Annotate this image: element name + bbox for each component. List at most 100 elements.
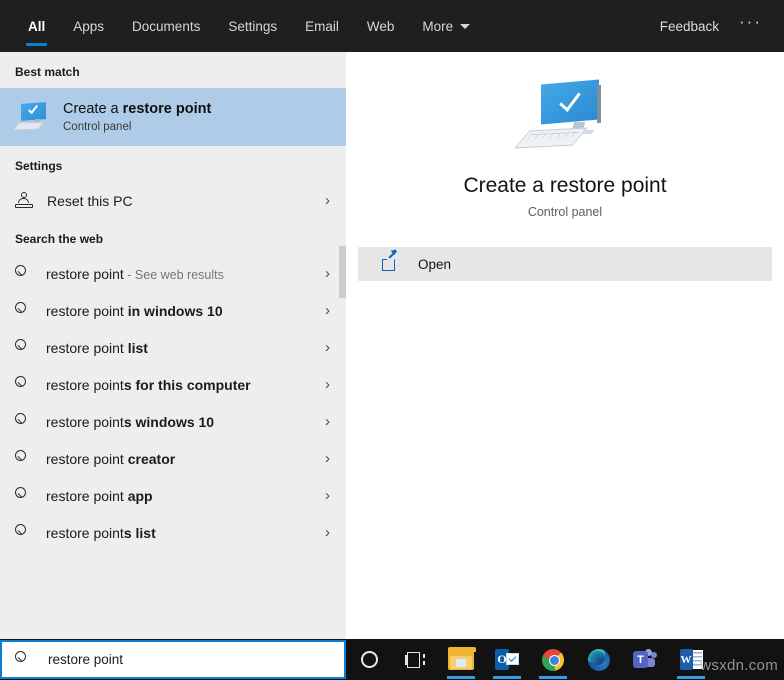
- preview-header: Create a restore point Control panel: [346, 52, 784, 219]
- preview-subtitle: Control panel: [527, 205, 603, 219]
- chevron-right-icon[interactable]: ›: [325, 265, 334, 282]
- feedback-button[interactable]: Feedback: [648, 19, 731, 34]
- web-suggestion-label: restore points windows 10: [46, 414, 214, 430]
- taskbar: restore point O T W: [0, 639, 784, 680]
- web-suggestion-row[interactable]: restore point - See web results ›: [0, 255, 346, 292]
- chevron-right-icon[interactable]: ›: [325, 524, 334, 541]
- more-options-icon[interactable]: ···: [731, 13, 770, 35]
- preview-panel: Create a restore point Control panel Ope…: [346, 52, 784, 639]
- settings-item-reset-this-pc[interactable]: Reset this PC ›: [0, 182, 346, 219]
- suggestion-normal: restore point: [46, 450, 128, 467]
- edge-icon: [588, 648, 610, 671]
- tab-more[interactable]: More: [408, 0, 484, 52]
- chevron-right-icon[interactable]: ›: [325, 376, 334, 393]
- tab-web[interactable]: Web: [353, 0, 409, 52]
- results-scrollbar[interactable]: [339, 246, 346, 298]
- tab-apps-label: Apps: [73, 18, 105, 34]
- web-suggestion-row[interactable]: restore points list ›: [0, 514, 346, 551]
- section-settings-label: Settings: [15, 159, 63, 173]
- cortana-circle-icon: [360, 651, 378, 668]
- suggestion-bold: creator: [127, 450, 176, 467]
- preview-title: Create a restore point: [463, 174, 667, 197]
- taskbar-item-task-view[interactable]: [392, 639, 438, 680]
- web-suggestion-label: restore point - See web results: [46, 266, 224, 282]
- web-suggestion-row[interactable]: restore point list ›: [0, 329, 346, 366]
- search-icon: [15, 265, 32, 282]
- section-search-web-label: Search the web: [15, 232, 104, 246]
- best-match-result[interactable]: Create a restore point Control panel: [0, 88, 346, 146]
- suggestion-normal: restore point: [46, 265, 124, 282]
- search-icon: [15, 376, 32, 393]
- best-match-texts: Create a restore point Control panel: [63, 100, 211, 135]
- reset-pc-icon: [15, 192, 33, 209]
- search-icon: [15, 524, 32, 541]
- web-suggestion-row[interactable]: restore point creator ›: [0, 440, 346, 477]
- suggestion-bold: app: [127, 487, 153, 504]
- taskbar-item-cortana[interactable]: [346, 639, 392, 680]
- best-match-title-bold: restore point: [122, 100, 212, 117]
- web-suggestion-label: restore points list: [46, 525, 156, 541]
- monitor-check-icon: [514, 79, 611, 156]
- search-filter-bar: All Apps Documents Settings Email Web Mo…: [0, 0, 784, 52]
- monitor-check-icon: [12, 102, 49, 132]
- search-query-text: restore point: [48, 652, 124, 667]
- suggestion-normal: restore point: [46, 376, 124, 393]
- topbar-actions: Feedback ···: [648, 13, 784, 35]
- open-external-icon: [381, 250, 400, 272]
- web-suggestion-row[interactable]: restore point in windows 10 ›: [0, 292, 346, 329]
- web-suggestion-label: restore point creator: [46, 451, 175, 467]
- tab-more-label: More: [422, 18, 454, 34]
- suggestion-bold: list: [127, 339, 148, 356]
- tab-documents-label: Documents: [132, 18, 201, 34]
- chevron-right-icon[interactable]: ›: [325, 302, 334, 319]
- tab-all[interactable]: All: [14, 0, 59, 52]
- open-action-button[interactable]: Open: [358, 247, 772, 281]
- search-icon: [15, 651, 32, 668]
- windows-search-window: All Apps Documents Settings Email Web Mo…: [0, 0, 784, 680]
- search-results-panel: Best match Create a restore point Contro…: [0, 52, 346, 639]
- search-icon: [15, 339, 32, 356]
- suggestion-normal: restore point: [46, 339, 128, 356]
- taskbar-item-word[interactable]: W: [668, 639, 714, 680]
- tab-email[interactable]: Email: [291, 0, 353, 52]
- web-suggestion-row[interactable]: restore points windows 10 ›: [0, 403, 346, 440]
- taskbar-search-input[interactable]: restore point: [0, 640, 346, 679]
- taskbar-item-edge[interactable]: [576, 639, 622, 680]
- open-action-label: Open: [418, 256, 452, 272]
- chevron-right-icon[interactable]: ›: [325, 413, 334, 430]
- taskbar-item-chrome[interactable]: [530, 639, 576, 680]
- suggestion-normal: restore point: [46, 302, 128, 319]
- web-suggestion-row[interactable]: restore point app ›: [0, 477, 346, 514]
- tab-settings-label: Settings: [228, 18, 278, 34]
- web-suggestion-row[interactable]: restore points for this computer ›: [0, 366, 346, 403]
- search-icon: [15, 413, 32, 430]
- suggestion-normal: restore point: [46, 524, 124, 541]
- tab-documents[interactable]: Documents: [118, 0, 214, 52]
- search-icon: [15, 487, 32, 504]
- web-suggestion-label: restore point app: [46, 488, 153, 504]
- tab-web-label: Web: [366, 18, 395, 34]
- chrome-icon: [542, 648, 564, 671]
- chevron-right-icon[interactable]: ›: [325, 339, 334, 356]
- best-match-title-prefix: Create a: [63, 100, 123, 117]
- chevron-right-icon[interactable]: ›: [325, 487, 334, 504]
- web-suggestion-label: restore point list: [46, 340, 148, 356]
- suggestion-bold: s for this computer: [123, 376, 251, 393]
- taskbar-item-teams[interactable]: T: [622, 639, 668, 680]
- best-match-subtitle: Control panel: [63, 120, 132, 133]
- chevron-right-icon[interactable]: ›: [325, 450, 334, 467]
- taskbar-item-file-explorer[interactable]: [438, 639, 484, 680]
- chevron-right-icon[interactable]: ›: [325, 192, 334, 209]
- tab-apps[interactable]: Apps: [59, 0, 118, 52]
- tab-settings[interactable]: Settings: [214, 0, 291, 52]
- suggestion-normal: restore point: [46, 413, 124, 430]
- section-best-match-label: Best match: [15, 65, 80, 79]
- settings-item-label: Reset this PC: [47, 192, 133, 209]
- taskbar-item-outlook[interactable]: O: [484, 639, 530, 680]
- suggestion-gray: - See web results: [123, 267, 224, 282]
- suggestion-normal: restore point: [46, 487, 128, 504]
- file-explorer-icon: [448, 646, 476, 670]
- search-icon: [15, 450, 32, 467]
- task-view-icon: [405, 651, 425, 668]
- teams-icon: T: [633, 649, 657, 670]
